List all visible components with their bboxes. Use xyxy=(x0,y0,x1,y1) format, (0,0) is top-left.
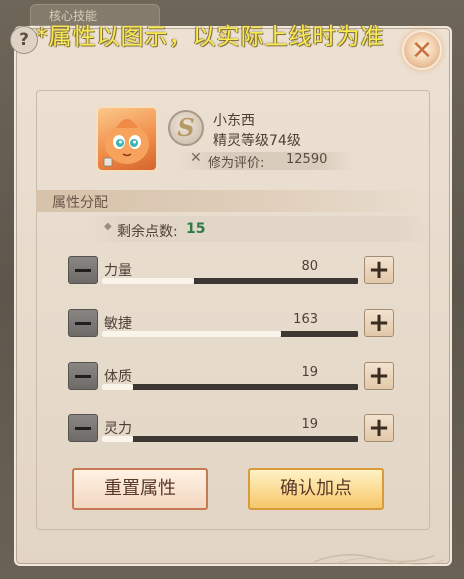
attribute-progress-fill xyxy=(102,384,133,390)
attribute-name: 敏捷 xyxy=(104,316,132,332)
rank-s-badge: S xyxy=(168,110,204,146)
rating-label: 修为评价: xyxy=(208,156,265,171)
attribute-value: 163 xyxy=(293,312,318,327)
pet-portrait-icon xyxy=(103,119,149,167)
rating-cross-icon: ✕ xyxy=(190,150,202,166)
increase-spirit-button[interactable]: + xyxy=(364,414,394,442)
attribute-progress-fill xyxy=(102,331,282,337)
increase-strength-button[interactable]: + xyxy=(364,256,394,284)
remaining-points-value: 15 xyxy=(186,221,206,237)
decrease-strength-button[interactable] xyxy=(68,256,98,284)
attribute-row-spirit: 灵力 19 + xyxy=(0,414,464,454)
decrease-spirit-button[interactable] xyxy=(68,414,98,442)
pet-level: 精灵等级74级 xyxy=(213,133,301,149)
decrease-constitution-button[interactable] xyxy=(68,362,98,390)
pet-avatar[interactable] xyxy=(96,106,158,172)
diamond-icon: ◆ xyxy=(104,221,112,232)
pet-name: 小东西 xyxy=(213,113,255,129)
attribute-progress-track xyxy=(102,331,358,337)
help-icon[interactable]: ? xyxy=(10,26,38,54)
close-button[interactable]: ✕ xyxy=(402,30,442,70)
section-title: 属性分配 xyxy=(52,195,108,211)
remaining-points-label: 剩余点数: xyxy=(117,224,178,240)
increase-agility-button[interactable]: + xyxy=(364,309,394,337)
attribute-progress-fill xyxy=(102,278,195,284)
increase-constitution-button[interactable]: + xyxy=(364,362,394,390)
attribute-row-constitution: 体质 19 + xyxy=(0,362,464,402)
rating-value: 12590 xyxy=(286,152,328,167)
attribute-progress-track xyxy=(102,384,358,390)
attribute-row-strength: 力量 80 + xyxy=(0,256,464,296)
reset-attributes-button[interactable]: 重置属性 xyxy=(72,468,208,510)
preview-notice: *属性以图示，以实际上线时为准 xyxy=(36,24,385,50)
attribute-value: 80 xyxy=(301,259,318,274)
attribute-row-agility: 敏捷 163 + xyxy=(0,309,464,349)
attribute-name: 体质 xyxy=(104,369,132,385)
attribute-progress-track xyxy=(102,278,358,284)
decrease-agility-button[interactable] xyxy=(68,309,98,337)
attribute-value: 19 xyxy=(301,365,318,380)
decorative-wave xyxy=(313,554,445,565)
attribute-name: 灵力 xyxy=(104,421,132,437)
attribute-progress-fill xyxy=(102,436,133,442)
attribute-value: 19 xyxy=(301,417,318,432)
confirm-points-button[interactable]: 确认加点 xyxy=(248,468,384,510)
attribute-progress-track xyxy=(102,436,358,442)
attribute-name: 力量 xyxy=(104,263,132,279)
